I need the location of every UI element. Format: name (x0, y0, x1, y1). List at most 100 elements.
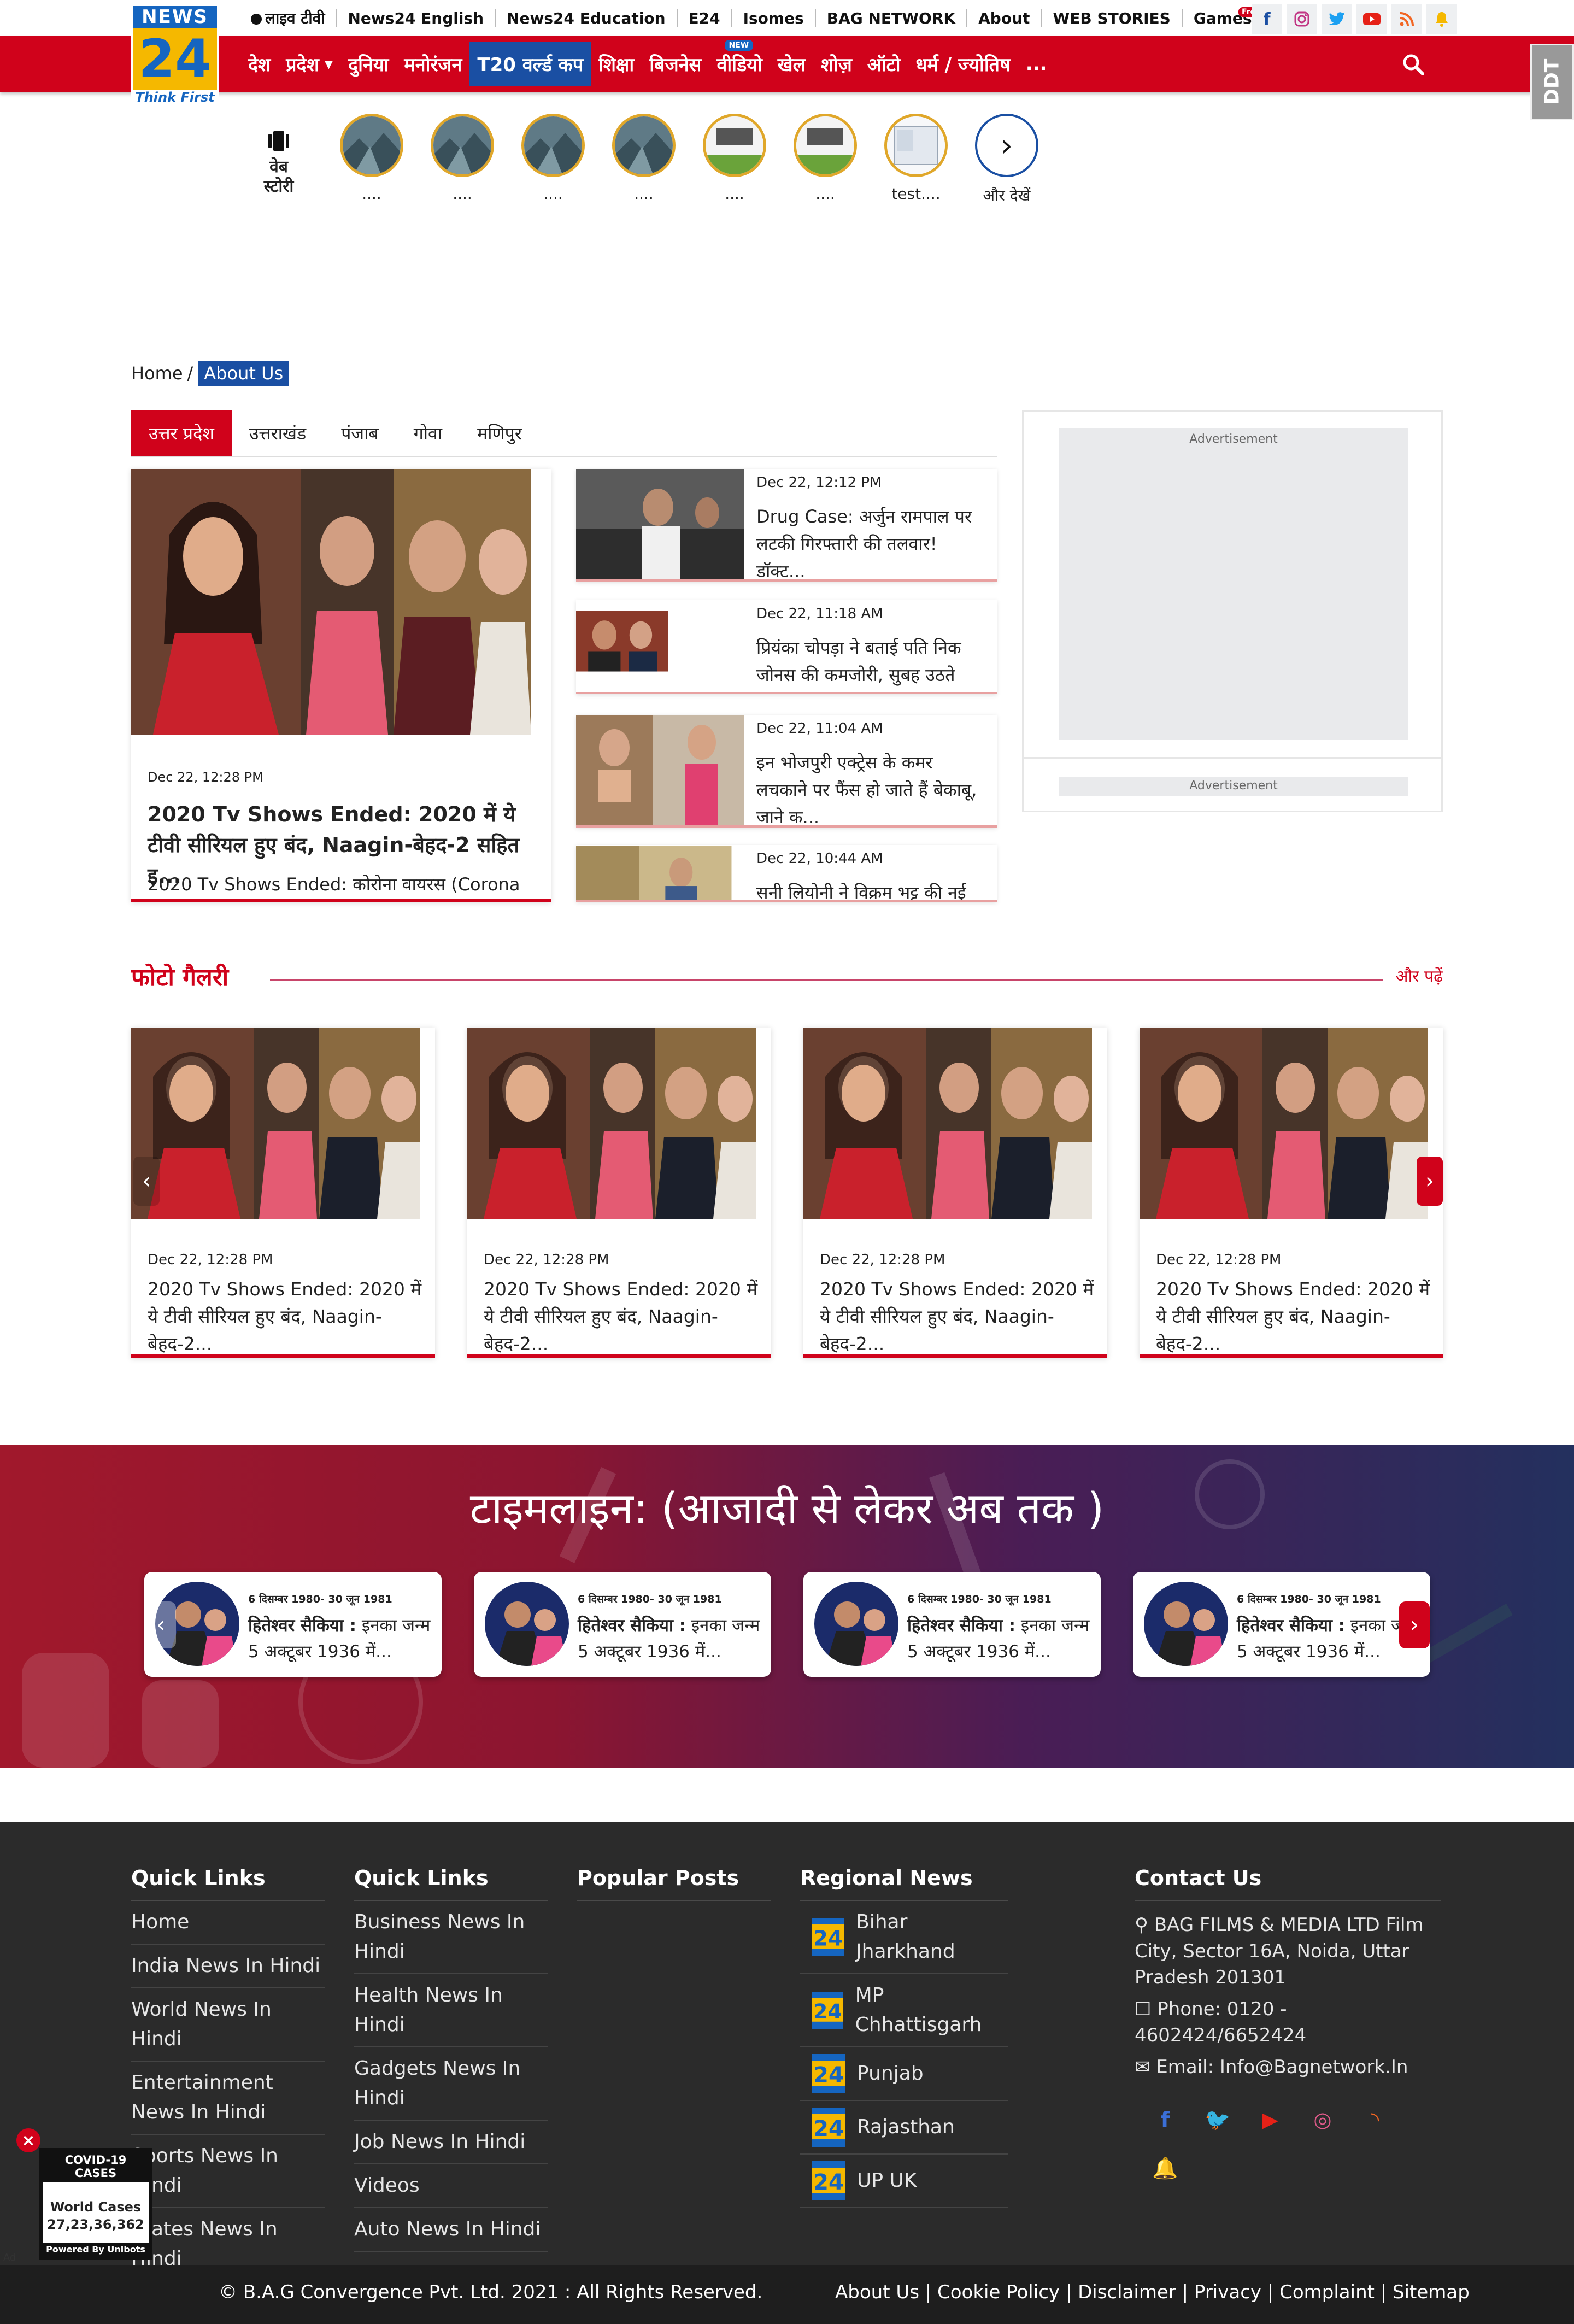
photo-gallery-more-link[interactable]: और पढ़ें (1396, 964, 1443, 987)
top-link-bag-network[interactable]: BAG NETWORK (814, 9, 966, 27)
tab-punjab[interactable]: पंजाब (324, 410, 396, 456)
story-item[interactable]: .... (702, 114, 767, 203)
ad-slot[interactable]: Advertisement (1059, 428, 1408, 740)
regional-link[interactable]: 24 MP Chhattisgarh (800, 1974, 1008, 2047)
footer-quick-links-1: Quick Links Home India News In Hindi Wor… (131, 1866, 325, 2281)
story-item[interactable]: .... (520, 114, 586, 203)
news-date: Dec 22, 11:18 AM (756, 606, 883, 622)
nav-item-shows[interactable]: शोज़ (813, 42, 860, 86)
nav-item-pradesh[interactable]: प्रदेश ▼ (278, 42, 340, 86)
footer-link[interactable]: Gadgets News In Hindi (354, 2047, 548, 2121)
instagram-icon[interactable] (1287, 4, 1317, 34)
gallery-card[interactable]: Dec 22, 12:28 PM 2020 Tv Shows Ended: 20… (1140, 1028, 1443, 1358)
footer-link[interactable]: Business News In Hindi (354, 1901, 548, 1974)
list-item[interactable]: Dec 22, 12:12 PM Drug Case: अर्जुन रामपा… (576, 469, 997, 582)
nav-item-dharm[interactable]: धर्म / ज्योतिष (908, 42, 1018, 86)
gallery-next-button[interactable]: › (1417, 1157, 1443, 1206)
stories-more-button[interactable]: › और देखें (974, 114, 1039, 206)
regional-link[interactable]: 24 UP UK (800, 2155, 1008, 2208)
footer-link[interactable]: Sports News In Hindi (131, 2135, 325, 2208)
search-icon[interactable] (1401, 52, 1425, 77)
facebook-icon[interactable]: f (1252, 4, 1282, 34)
twitter-icon[interactable]: 🐦 (1203, 2108, 1232, 2132)
list-item[interactable]: Dec 22, 10:44 AM सनी लियोनी ने विक्रम भट… (576, 845, 997, 902)
nav-item-more[interactable]: ... (1018, 42, 1055, 86)
top-link-isomes[interactable]: Isomes (731, 9, 815, 27)
breadcrumb-home[interactable]: Home (131, 363, 183, 384)
story-item[interactable]: .... (792, 114, 858, 203)
covid-widget[interactable]: COVID-19 CASES World Cases 27,23,36,362 P… (39, 2148, 152, 2260)
footer-link[interactable]: World News In Hindi (131, 1988, 325, 2062)
footer-bottom-links[interactable]: About Us | Cookie Policy | Disclaimer | … (835, 2281, 1470, 2303)
story-caption: .... (453, 185, 472, 203)
ad-slot-small[interactable]: Advertisement (1059, 777, 1408, 796)
regional-link[interactable]: 24 Punjab (800, 2047, 1008, 2101)
footer-link[interactable]: India News In Hindi (131, 1945, 325, 1988)
gallery-title: 2020 Tv Shows Ended: 2020 में ये टीवी सी… (148, 1278, 422, 1354)
nav-item-auto[interactable]: ऑटो (860, 42, 908, 86)
news-title: इन भोजपुरी एक्ट्रेस के कमर लचकाने पर फैं… (756, 752, 977, 828)
nav-item-business[interactable]: बिजनेस (642, 42, 709, 86)
list-item[interactable]: Dec 22, 11:04 AM इन भोजपुरी एक्ट्रेस के … (576, 715, 997, 828)
nav-item-khel[interactable]: खेल (770, 42, 813, 86)
top-link-news24-education[interactable]: News24 Education (495, 9, 676, 27)
footer-link[interactable]: Auto News In Hindi (354, 2208, 548, 2252)
nav-item-shiksha[interactable]: शिक्षा (591, 42, 642, 86)
timeline-card[interactable]: 6 दिसम्बर 1980- 30 जून 1981 हितेश्वर सैक… (803, 1572, 1101, 1677)
story-item[interactable]: .... (339, 114, 404, 203)
gallery-card[interactable]: Dec 22, 12:28 PM 2020 Tv Shows Ended: 20… (467, 1028, 771, 1358)
youtube-icon[interactable]: ▶ (1256, 2108, 1284, 2132)
news-thumbnail (576, 715, 744, 825)
nav-item-desh[interactable]: देश (240, 42, 278, 86)
bell-icon[interactable] (1426, 4, 1457, 34)
news24-logo[interactable]: NEWS 24 Think First (131, 4, 219, 106)
nav-item-manoranjan[interactable]: मनोरंजन (396, 42, 469, 86)
bell-icon[interactable]: 🔔 (1151, 2156, 1179, 2181)
top-link-web-stories[interactable]: WEB STORIES (1041, 9, 1181, 27)
story-item[interactable]: .... (611, 114, 677, 203)
nav-item-t20[interactable]: T20 वर्ल्ड कप (469, 42, 591, 86)
timeline-card[interactable]: 6 दिसम्बर 1980- 30 जून 1981 हितेश्वर सैक… (474, 1572, 771, 1677)
list-item[interactable]: Dec 22, 11:18 AM प्रियंका चोपड़ा ने बताई… (576, 600, 997, 694)
regional-link[interactable]: 24 Rajasthan (800, 2101, 1008, 2155)
instagram-icon[interactable]: ◎ (1308, 2108, 1337, 2132)
live-tv-link[interactable]: लाइव टीवी (243, 8, 336, 28)
regional-link[interactable]: 24 Bihar Jharkhand (800, 1901, 1008, 1974)
story-item[interactable]: test.... (883, 114, 949, 203)
tab-uttarakhand[interactable]: उत्तराखंड (232, 410, 324, 456)
timeline-prev-button[interactable]: ‹ (145, 1601, 176, 1648)
gallery-card[interactable]: Dec 22, 12:28 PM 2020 Tv Shows Ended: 20… (803, 1028, 1107, 1358)
twitter-icon[interactable] (1322, 4, 1352, 34)
close-icon[interactable]: × (16, 2128, 40, 2152)
stories-icon (268, 131, 289, 151)
gallery-card[interactable]: Dec 22, 12:28 PM 2020 Tv Shows Ended: 20… (131, 1028, 435, 1358)
footer-link[interactable]: Health News In Hindi (354, 1974, 548, 2047)
tab-goa[interactable]: गोवा (396, 410, 460, 456)
top-link-e24[interactable]: E24 (676, 9, 731, 27)
footer-link[interactable]: Home (131, 1901, 325, 1945)
nav-item-duniya[interactable]: दुनिया (340, 42, 396, 86)
tab-uttar-pradesh[interactable]: उत्तर प्रदेश (131, 410, 232, 456)
timeline-card[interactable]: 6 दिसम्बर 1980- 30 जून 1981 हितेश्वर सैक… (1133, 1572, 1430, 1677)
facebook-icon[interactable]: f (1151, 2108, 1179, 2132)
youtube-icon[interactable] (1356, 4, 1387, 34)
side-tab[interactable]: DDT (1530, 44, 1574, 120)
timeline-dates: 6 दिसम्बर 1980- 30 जून 1981 (248, 1593, 392, 1605)
rss-icon[interactable]: ◝ (1361, 2108, 1389, 2132)
top-link-games[interactable]: GamesFree (1181, 7, 1264, 27)
top-link-about[interactable]: About (966, 9, 1041, 27)
top-link-news24-english[interactable]: News24 English (336, 9, 495, 27)
rss-icon[interactable] (1391, 4, 1422, 34)
tab-manipur[interactable]: मणिपुर (460, 410, 539, 456)
story-item[interactable]: .... (430, 114, 495, 203)
lead-story-card[interactable]: Dec 22, 12:28 PM 2020 Tv Shows Ended: 20… (131, 469, 551, 902)
timeline-next-button[interactable]: › (1399, 1601, 1430, 1648)
footer-link[interactable]: Job News In Hindi (354, 2121, 548, 2164)
timeline-card[interactable]: 6 दिसम्बर 1980- 30 जून 1981 हितेश्वर सैक… (144, 1572, 442, 1677)
top-bar: लाइव टीवी News24 English News24 Educatio… (0, 0, 1574, 36)
nav-item-video[interactable]: NEW वीडियो (709, 40, 770, 86)
web-story-label[interactable]: वेब स्टोरी (257, 130, 301, 197)
gallery-prev-button[interactable]: ‹ (133, 1157, 160, 1206)
footer-link[interactable]: Videos (354, 2164, 548, 2208)
footer-link[interactable]: Entertainment News In Hindi (131, 2062, 325, 2135)
